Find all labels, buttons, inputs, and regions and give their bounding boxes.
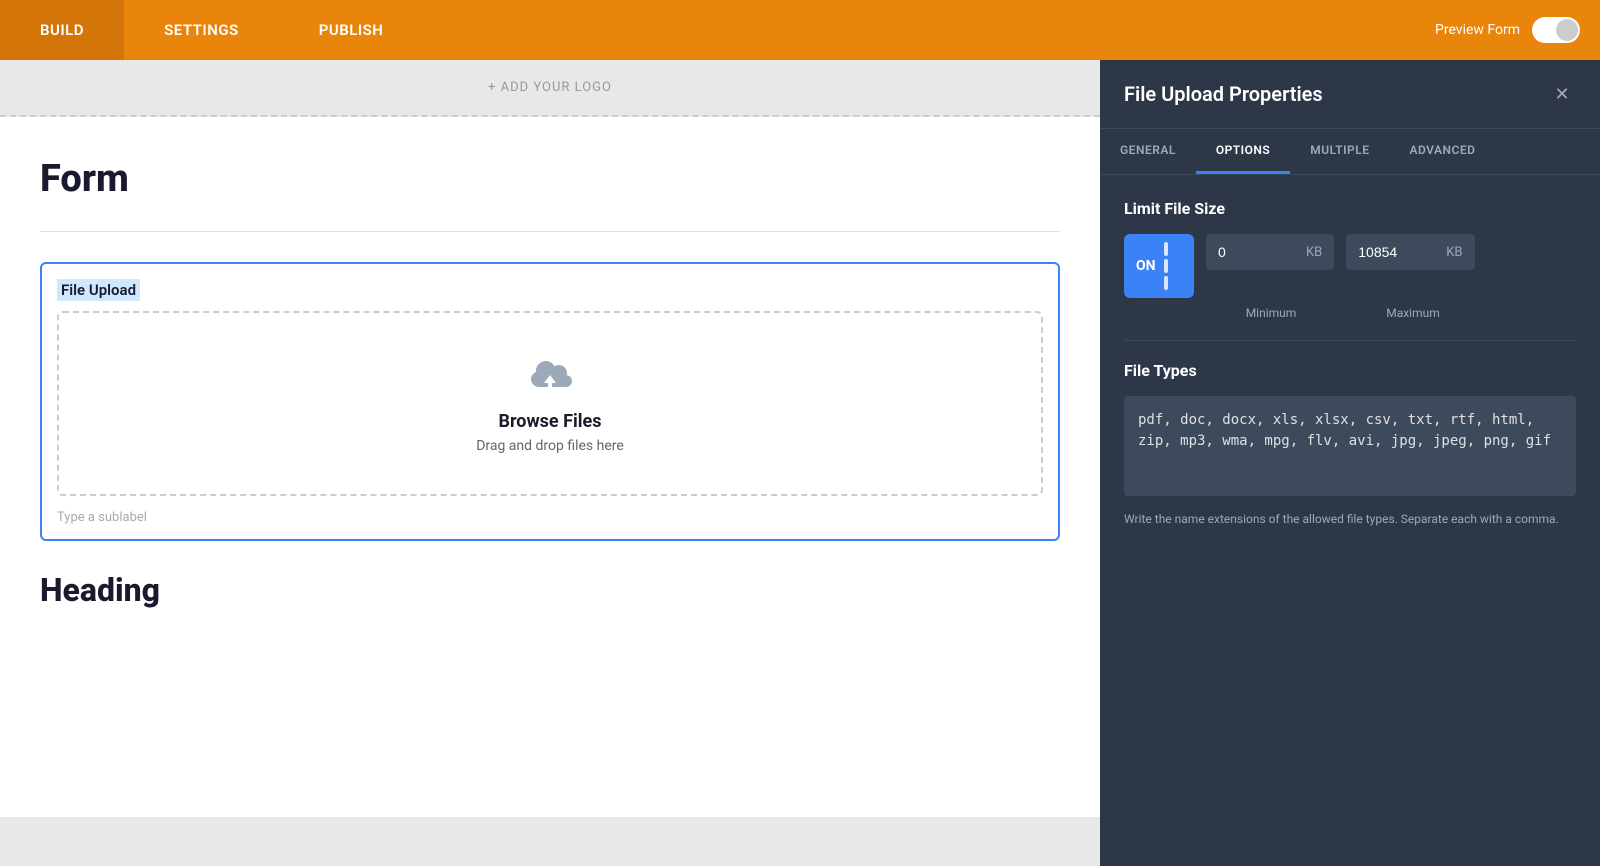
file-upload-widget[interactable]: File Upload Browse Files Drag and drop f… bbox=[40, 262, 1060, 541]
file-upload-label: File Upload bbox=[57, 279, 140, 301]
limit-file-size-title: Limit File Size bbox=[1124, 199, 1576, 218]
tab-multiple[interactable]: MULTIPLE bbox=[1290, 129, 1389, 174]
form-heading: Heading bbox=[40, 571, 1060, 609]
min-unit-label: KB bbox=[1306, 235, 1334, 270]
toggle-lines-icon bbox=[1164, 242, 1168, 290]
logo-header[interactable]: + ADD YOUR LOGO bbox=[0, 60, 1100, 117]
file-types-hint: Write the name extensions of the allowed… bbox=[1124, 510, 1576, 528]
cloud-upload-icon bbox=[522, 353, 578, 401]
sublabel-input[interactable]: Type a sublabel bbox=[57, 506, 1043, 529]
panel-content: Limit File Size ON KB bbox=[1100, 175, 1600, 552]
section-divider bbox=[1124, 340, 1576, 341]
form-title: Form bbox=[40, 157, 1060, 201]
maximum-label: Maximum bbox=[1348, 306, 1478, 320]
panel-tabs: GENERAL OPTIONS MULTIPLE ADVANCED bbox=[1100, 129, 1600, 175]
toggle-line-1 bbox=[1164, 242, 1168, 256]
nav-right: Preview Form bbox=[1435, 17, 1600, 43]
form-divider bbox=[40, 231, 1060, 232]
max-unit-label: KB bbox=[1446, 235, 1474, 270]
nav-tab-publish[interactable]: PUBLISH bbox=[279, 0, 424, 60]
form-content: Form File Upload Browse Files Drag and d… bbox=[0, 117, 1100, 817]
file-types-title: File Types bbox=[1124, 361, 1576, 380]
nav-tab-settings[interactable]: SETTINGS bbox=[124, 0, 279, 60]
toggle-knob bbox=[1556, 19, 1578, 41]
minimum-label: Minimum bbox=[1206, 306, 1336, 320]
limit-size-row: ON KB KB bbox=[1124, 234, 1576, 298]
min-input-group: KB bbox=[1206, 234, 1334, 270]
drag-drop-text: Drag and drop files here bbox=[79, 438, 1021, 454]
close-button[interactable]: ✕ bbox=[1548, 80, 1576, 108]
tab-general[interactable]: GENERAL bbox=[1100, 129, 1196, 174]
panel-header: File Upload Properties ✕ bbox=[1100, 60, 1600, 129]
add-logo-text: + ADD YOUR LOGO bbox=[488, 80, 612, 95]
main-layout: + ADD YOUR LOGO Form File Upload Browse … bbox=[0, 60, 1600, 866]
form-area: + ADD YOUR LOGO Form File Upload Browse … bbox=[0, 60, 1100, 866]
browse-files-text: Browse Files bbox=[79, 411, 1021, 432]
top-nav: BUILD SETTINGS PUBLISH Preview Form bbox=[0, 0, 1600, 60]
min-value-input[interactable] bbox=[1206, 234, 1306, 270]
toggle-line-3 bbox=[1164, 276, 1168, 290]
nav-tab-build[interactable]: BUILD bbox=[0, 0, 124, 60]
preview-toggle[interactable] bbox=[1532, 17, 1580, 43]
file-types-input[interactable]: pdf, doc, docx, xls, xlsx, csv, txt, rtf… bbox=[1124, 396, 1576, 496]
max-input-group: KB bbox=[1346, 234, 1474, 270]
max-value-input[interactable] bbox=[1346, 234, 1446, 270]
tab-options[interactable]: OPTIONS bbox=[1196, 129, 1290, 174]
limit-size-toggle[interactable]: ON bbox=[1124, 234, 1194, 298]
min-max-labels: Minimum Maximum bbox=[1206, 306, 1576, 320]
tab-advanced[interactable]: ADVANCED bbox=[1389, 129, 1495, 174]
preview-label: Preview Form bbox=[1435, 22, 1520, 38]
panel-title: File Upload Properties bbox=[1124, 82, 1323, 106]
file-upload-dropzone[interactable]: Browse Files Drag and drop files here bbox=[57, 311, 1043, 496]
toggle-line-2 bbox=[1164, 259, 1168, 273]
on-label: ON bbox=[1136, 258, 1156, 274]
right-panel: File Upload Properties ✕ GENERAL OPTIONS… bbox=[1100, 60, 1600, 866]
